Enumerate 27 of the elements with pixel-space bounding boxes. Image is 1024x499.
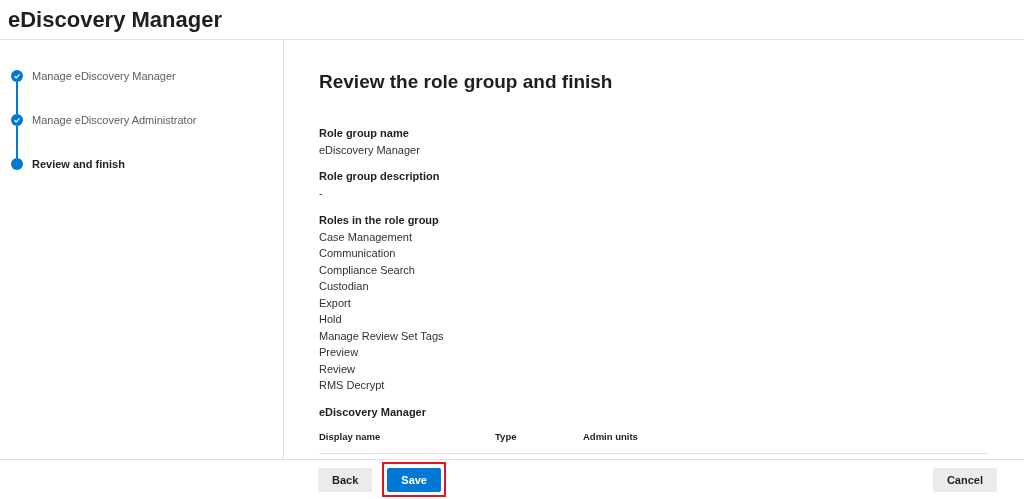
section-heading: Review the role group and finish (319, 70, 614, 94)
step-label[interactable]: Manage eDiscovery Administrator (32, 114, 197, 126)
field-value: Hold (319, 312, 343, 327)
column-header: Admin units (583, 430, 639, 444)
column-header: Type (495, 430, 518, 444)
field-value: Communication (319, 246, 397, 261)
field-value: Case Management (319, 229, 413, 245)
field-value: Compliance Search (319, 262, 416, 278)
members-title: eDiscovery Manager (319, 404, 427, 420)
field-label: Role group name (319, 125, 410, 141)
field-value: RMS Decrypt (319, 378, 386, 393)
field-value: Export (319, 295, 352, 311)
column-header: Display name (319, 430, 382, 444)
page-title: eDiscovery Manager (8, 6, 222, 34)
field-value: Manage Review Set Tags (319, 328, 445, 344)
field-value: - (319, 186, 324, 201)
field-value: Custodian (319, 279, 370, 294)
field-value: eDiscovery Manager (319, 142, 421, 158)
footer-button[interactable]: Cancel (932, 468, 997, 493)
step-label[interactable]: Review and finish (32, 158, 125, 170)
field-value: Review (319, 361, 357, 377)
field-value: Preview (319, 345, 360, 360)
footer-button[interactable]: Save (387, 468, 441, 493)
field-label: Role group description (319, 169, 441, 184)
footer-button[interactable]: Back (318, 468, 373, 493)
field-label: Roles in the role group (319, 212, 440, 228)
step-label[interactable]: Manage eDiscovery Manager (32, 70, 176, 82)
